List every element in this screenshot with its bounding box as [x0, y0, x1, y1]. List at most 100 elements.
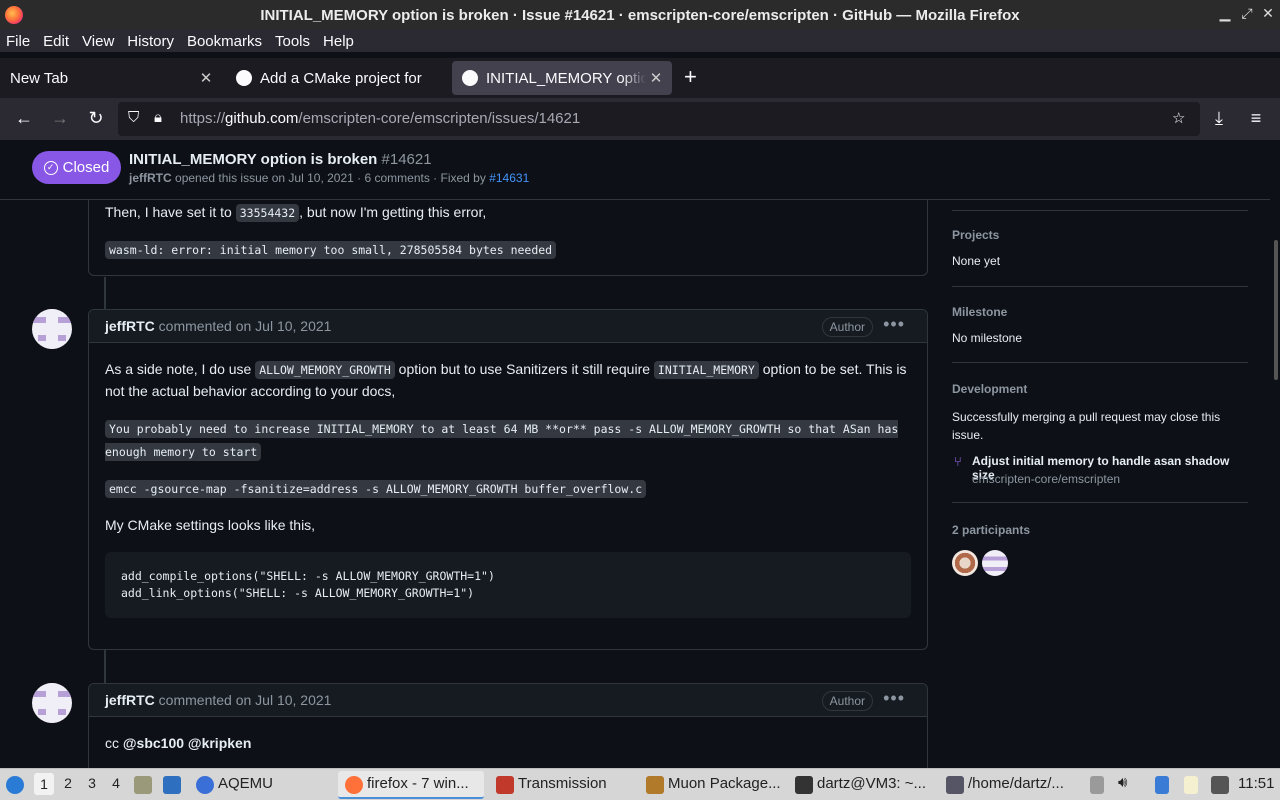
participant-avatar[interactable] [982, 550, 1008, 576]
sidebar-divider [952, 362, 1248, 363]
sidebar-development-heading[interactable]: Development [952, 382, 1027, 396]
author-badge: Author [821, 691, 873, 711]
comment-author: jeffRTC commented on Jul 10, 2021 [105, 692, 332, 708]
check-circle-icon: ✓ [43, 160, 58, 175]
back-arrow-icon[interactable]: ← [12, 108, 36, 129]
shield-icon[interactable]: ⛉ [128, 109, 139, 126]
sidebar-development-value: Successfully merging a pull request may … [952, 410, 1221, 442]
issue-title: INITIAL_MEMORY option is broken #14621 [129, 151, 432, 168]
aqemu-icon [196, 776, 214, 794]
github-icon [462, 70, 478, 86]
tray-icon[interactable] [1090, 776, 1104, 794]
network-icon[interactable] [1155, 776, 1169, 794]
more-options-icon[interactable]: ••• [883, 314, 905, 335]
comment-paragraph: As a side note, I do use ALLOW_MEMORY_GR… [105, 361, 907, 399]
menu-bookmarks[interactable]: Bookmarks [187, 33, 262, 50]
clock[interactable]: 11:51 [1238, 775, 1274, 792]
url-text[interactable]: https://github.com/emscripten-core/emscr… [180, 110, 580, 127]
menu-edit[interactable]: Edit [43, 33, 69, 50]
lock-icon[interactable]: 🔒︎ [154, 109, 162, 126]
muon-icon [646, 776, 664, 794]
taskbar: 1 2 3 4 AQEMU firefox - 7 win... Transmi… [0, 768, 1280, 800]
terminal-icon [795, 776, 813, 794]
sidebar-participants-heading: 2 participants [952, 523, 1031, 537]
tab-cmake[interactable]: Add a CMake project for [226, 61, 448, 95]
firefox-icon [345, 776, 363, 794]
nav-bar: ← → ↻ ⛉ 🔒︎ https://github.com/emscripten… [0, 98, 1280, 140]
comment-body: As a side note, I do use ALLOW_MEMORY_GR… [89, 343, 927, 618]
github-icon [236, 70, 252, 86]
comment-box: jeffRTC commented on Jul 10, 2021 Author… [88, 309, 928, 650]
sidebar-projects-value: None yet [952, 254, 1001, 268]
sticky-issue-header: ✓ Closed INITIAL_MEMORY option is broken… [0, 140, 1270, 200]
workspace-1[interactable]: 1 [34, 773, 54, 795]
task-firefox[interactable]: firefox - 7 win... [367, 775, 469, 792]
maximize-icon[interactable]: ⤢ [1237, 5, 1257, 22]
menu-history[interactable]: History [127, 33, 174, 50]
show-desktop-icon[interactable] [163, 776, 181, 794]
minimize-icon[interactable]: ▁ [1215, 5, 1235, 22]
participant-avatar[interactable] [952, 550, 978, 576]
task-home-folder[interactable]: /home/dartz/... [968, 775, 1064, 792]
tab-label: Add a CMake project for [260, 69, 422, 87]
new-tab-plus-icon[interactable]: + [684, 64, 697, 90]
timeline-line [104, 650, 106, 684]
comment-header: jeffRTC commented on Jul 10, 2021 Author… [89, 684, 927, 717]
workspace-2[interactable]: 2 [58, 775, 78, 791]
comment-paragraph: Then, I have set it to 33554432, but now… [105, 204, 487, 222]
tab-strip: New Tab ✕ Add a CMake project for INITIA… [0, 58, 1280, 98]
code-block: add_compile_options("SHELL: -s ALLOW_MEM… [105, 552, 911, 618]
page-scrollbar[interactable] [1274, 240, 1278, 380]
sidebar-milestone-heading[interactable]: Milestone [952, 305, 1007, 319]
clipboard-icon[interactable] [1184, 776, 1198, 794]
task-muon[interactable]: Muon Package... [668, 775, 781, 792]
transmission-icon [496, 776, 514, 794]
close-icon[interactable]: ✕ [1258, 5, 1278, 22]
author-link[interactable]: jeffRTC [105, 692, 155, 708]
more-options-icon[interactable]: ••• [883, 688, 905, 709]
author-link[interactable]: jeffRTC [105, 318, 155, 334]
tab-issue[interactable]: INITIAL_MEMORY option is broken ✕ [452, 61, 672, 95]
folder-window-icon [946, 776, 964, 794]
mention-link[interactable]: @sbc100 [123, 735, 184, 751]
avatar[interactable] [32, 309, 72, 349]
comment-paragraph: My CMake settings looks like this, [105, 517, 316, 533]
forward-arrow-icon[interactable]: → [48, 108, 72, 129]
menu-help[interactable]: Help [323, 33, 354, 50]
start-menu-icon[interactable] [6, 776, 24, 794]
downloads-icon[interactable]: ⤓ [1207, 108, 1231, 129]
file-manager-icon[interactable] [134, 776, 152, 794]
issue-meta: jeffRTC opened this issue on Jul 10, 202… [129, 171, 530, 185]
reload-icon[interactable]: ↻ [84, 108, 108, 129]
url-bar[interactable]: ⛉ 🔒︎ https://github.com/emscripten-core/… [118, 102, 1200, 136]
star-bookmark-icon[interactable]: ☆ [1172, 109, 1185, 127]
tab-close-icon[interactable]: ✕ [196, 69, 216, 87]
task-transmission[interactable]: Transmission [518, 775, 607, 792]
menu-bar: File Edit View History Bookmarks Tools H… [0, 30, 1280, 52]
inline-code-command: emcc -gsource-map -fsanitize=address -s … [105, 478, 911, 500]
fixed-by-link[interactable]: #14631 [489, 171, 529, 185]
menu-view[interactable]: View [82, 33, 114, 50]
workspace-3[interactable]: 3 [82, 775, 102, 791]
sidebar-divider [952, 502, 1248, 503]
issue-author-link[interactable]: jeffRTC [129, 171, 172, 185]
firefox-logo-icon [5, 6, 23, 24]
sidebar-projects-heading[interactable]: Projects [952, 228, 999, 242]
tab-label: New Tab [10, 69, 69, 87]
tab-new-tab[interactable]: New Tab ✕ [0, 61, 222, 95]
display-icon[interactable] [1211, 776, 1229, 794]
task-aqemu[interactable]: AQEMU [218, 775, 273, 792]
page-content: ✓ Closed INITIAL_MEMORY option is broken… [0, 140, 1280, 768]
menu-tools[interactable]: Tools [275, 33, 310, 50]
sidebar-milestone-value: No milestone [952, 331, 1023, 345]
volume-icon[interactable]: 🔊︎ [1118, 774, 1127, 791]
mention-link[interactable]: @kripken [188, 735, 251, 751]
tab-close-icon[interactable]: ✕ [646, 69, 666, 87]
hamburger-menu-icon[interactable]: ≡ [1244, 108, 1268, 129]
task-terminal[interactable]: dartz@VM3: ~... [817, 775, 926, 792]
menu-file[interactable]: File [6, 33, 30, 50]
workspace-4[interactable]: 4 [106, 775, 126, 791]
issue-state-badge: ✓ Closed [32, 151, 121, 184]
avatar[interactable] [32, 683, 72, 723]
comment-header: jeffRTC commented on Jul 10, 2021 Author… [89, 310, 927, 343]
